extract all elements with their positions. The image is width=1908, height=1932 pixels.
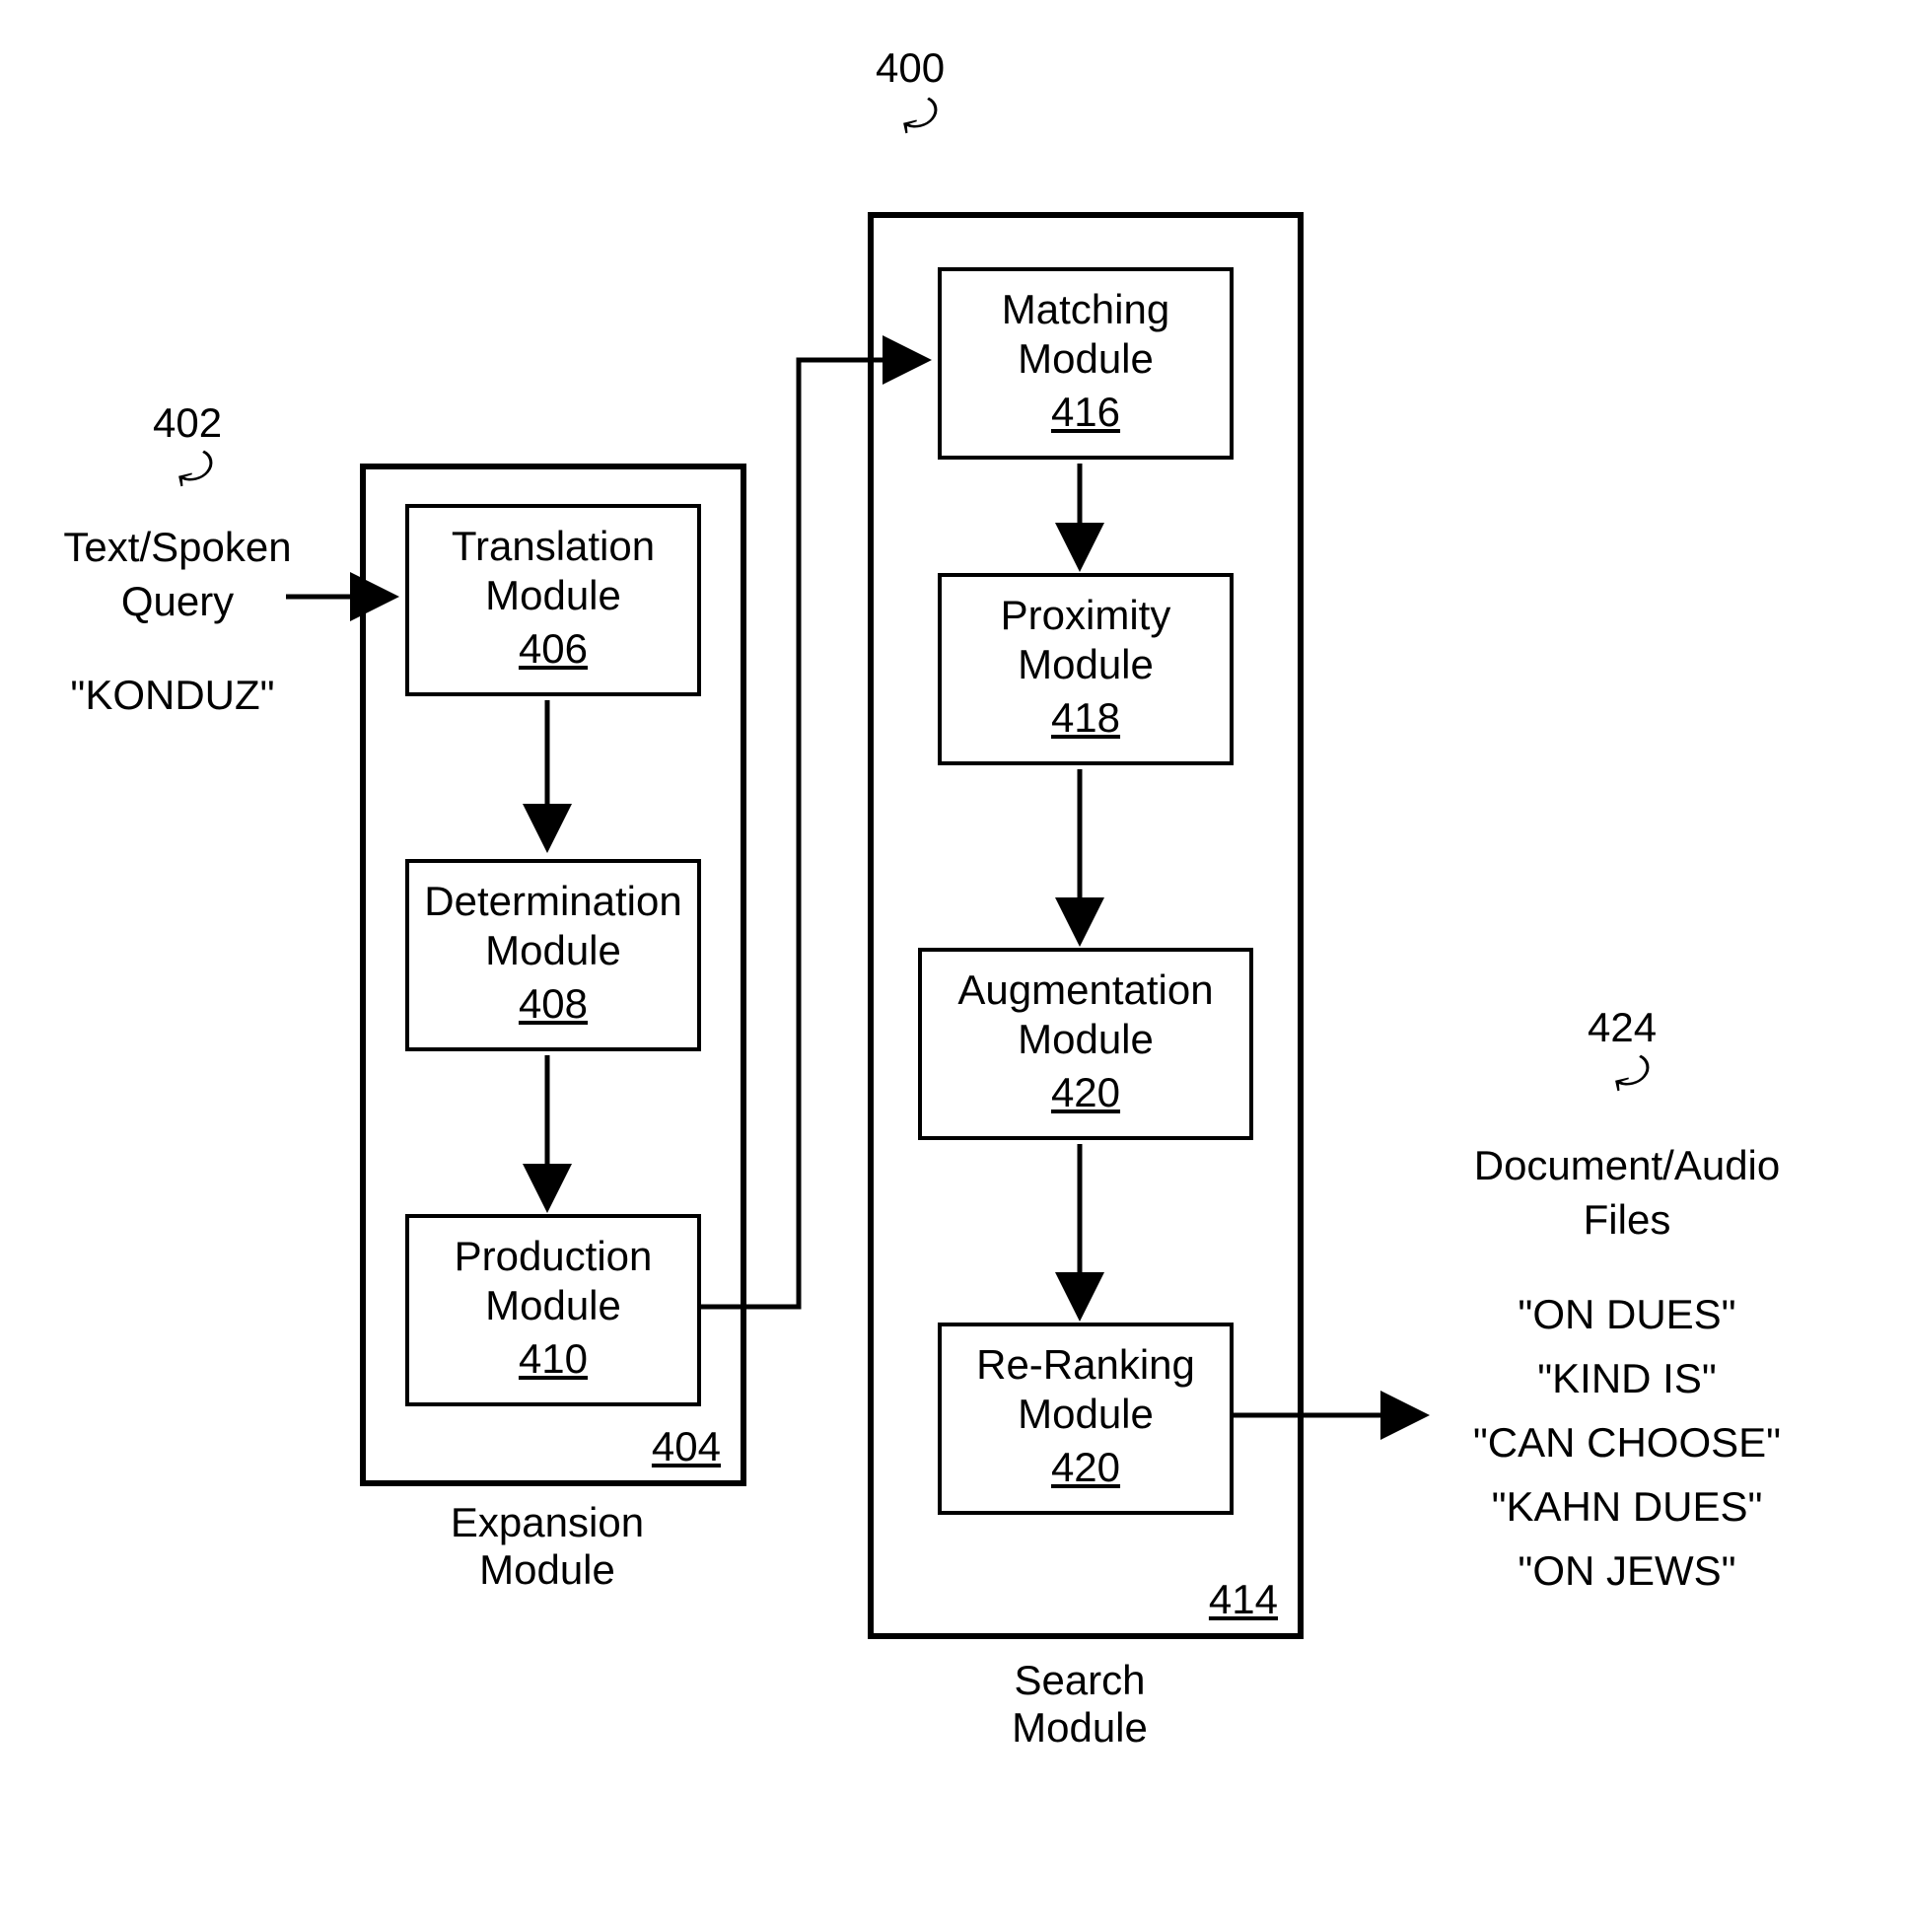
input-example: "KONDUZ" bbox=[44, 669, 301, 723]
output-result-0: "ON DUES" bbox=[1518, 1291, 1735, 1337]
search-caption: Search Module bbox=[932, 1657, 1228, 1752]
determination-title-l2: Module bbox=[409, 926, 697, 975]
reranking-title-l2: Module bbox=[942, 1390, 1230, 1439]
output-ref-arrow-icon: ⤸ bbox=[1610, 1045, 1654, 1100]
search-module-container: Matching Module 416 Proximity Module 418… bbox=[868, 212, 1304, 1639]
output-result-2: "CAN CHOOSE" bbox=[1473, 1419, 1781, 1466]
proximity-title-l2: Module bbox=[942, 640, 1230, 689]
production-module-box: Production Module 410 bbox=[405, 1214, 701, 1406]
matching-module-box: Matching Module 416 bbox=[938, 267, 1234, 460]
output-label: Document/Audio Files bbox=[1435, 1139, 1819, 1247]
matching-title-l2: Module bbox=[942, 334, 1230, 384]
augmentation-ref: 420 bbox=[1051, 1069, 1120, 1116]
search-caption-l1: Search bbox=[1014, 1657, 1145, 1703]
translation-title-l2: Module bbox=[409, 571, 697, 620]
figure-ref-label: 400 bbox=[876, 44, 945, 92]
output-result-4: "ON JEWS" bbox=[1518, 1547, 1735, 1594]
reranking-ref: 420 bbox=[1051, 1444, 1120, 1491]
determination-ref: 408 bbox=[519, 980, 588, 1028]
diagram-canvas: 400 ⤸ 402 ⤸ Text/Spoken Query "KONDUZ" T… bbox=[0, 0, 1908, 1932]
input-ref-arrow-icon: ⤸ bbox=[174, 441, 217, 495]
matching-ref: 416 bbox=[1051, 389, 1120, 436]
proximity-ref: 418 bbox=[1051, 694, 1120, 742]
output-label-l1: Document/Audio bbox=[1474, 1142, 1781, 1188]
output-ref-label: 424 bbox=[1588, 1004, 1657, 1051]
figure-ref-arrow-icon: ⤸ bbox=[898, 88, 942, 142]
production-title-l1: Production bbox=[409, 1232, 697, 1281]
augmentation-title-l1: Augmentation bbox=[922, 966, 1249, 1015]
output-label-l2: Files bbox=[1584, 1196, 1671, 1243]
reranking-title-l1: Re-Ranking bbox=[942, 1340, 1230, 1390]
matching-title-l1: Matching bbox=[942, 285, 1230, 334]
input-label: Text/Spoken Query bbox=[35, 521, 320, 628]
expansion-module-container: Translation Module 406 Determination Mod… bbox=[360, 464, 746, 1486]
translation-ref: 406 bbox=[519, 625, 588, 673]
expansion-caption: Expansion Module bbox=[399, 1499, 695, 1594]
expansion-ref: 404 bbox=[652, 1423, 721, 1470]
translation-title-l1: Translation bbox=[409, 522, 697, 571]
production-title-l2: Module bbox=[409, 1281, 697, 1330]
proximity-title-l1: Proximity bbox=[942, 591, 1230, 640]
output-results: "ON DUES" "KIND IS" "CAN CHOOSE" "KAHN D… bbox=[1435, 1282, 1819, 1603]
expansion-caption-l1: Expansion bbox=[451, 1499, 644, 1545]
search-caption-l2: Module bbox=[1012, 1704, 1148, 1751]
input-ref-label: 402 bbox=[153, 399, 222, 447]
determination-title-l1: Determination bbox=[409, 877, 697, 926]
proximity-module-box: Proximity Module 418 bbox=[938, 573, 1234, 765]
reranking-module-box: Re-Ranking Module 420 bbox=[938, 1323, 1234, 1515]
expansion-caption-l2: Module bbox=[479, 1546, 615, 1593]
input-label-line2: Query bbox=[121, 578, 234, 624]
output-result-3: "KAHN DUES" bbox=[1492, 1483, 1763, 1530]
determination-module-box: Determination Module 408 bbox=[405, 859, 701, 1051]
output-result-1: "KIND IS" bbox=[1537, 1355, 1717, 1401]
search-ref: 414 bbox=[1209, 1576, 1278, 1623]
augmentation-title-l2: Module bbox=[922, 1015, 1249, 1064]
translation-module-box: Translation Module 406 bbox=[405, 504, 701, 696]
augmentation-module-box: Augmentation Module 420 bbox=[918, 948, 1253, 1140]
production-ref: 410 bbox=[519, 1335, 588, 1383]
input-label-line1: Text/Spoken bbox=[63, 524, 291, 570]
